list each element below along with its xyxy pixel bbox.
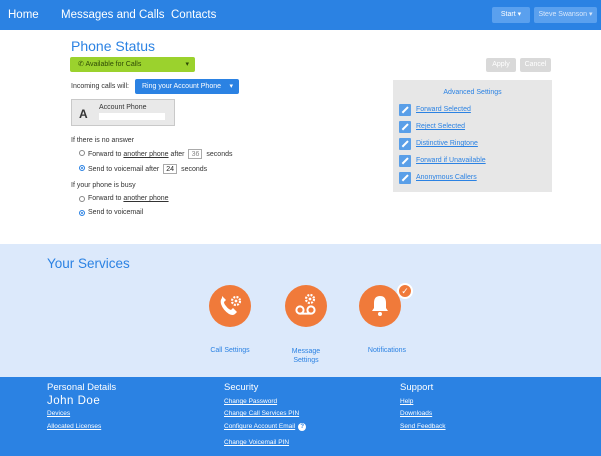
your-services-section: Your Services Call Settings Message Sett…: [0, 244, 601, 377]
edit-icon: [399, 155, 411, 167]
edit-icon: [399, 121, 411, 133]
notifications-label[interactable]: Notifications: [362, 347, 412, 354]
chevron-down-icon: ▾: [229, 83, 233, 90]
incoming-calls-value: Ring your Account Phone: [142, 83, 221, 90]
footer: Personal Details John Doe Devices Alloca…: [0, 377, 601, 456]
configure-account-email-label[interactable]: Configure Account Email: [224, 423, 295, 430]
phone-status-title: Phone Status: [71, 38, 156, 54]
change-call-services-pin-link[interactable]: Change Call Services PIN: [224, 410, 299, 417]
your-services-title: Your Services: [47, 256, 130, 271]
no-answer-forward-label: Forward to another phone after 36 second…: [88, 149, 233, 159]
edit-icon: [399, 138, 411, 150]
advanced-settings-panel: Advanced Settings Forward Selected Rejec…: [393, 80, 552, 192]
apply-button[interactable]: Apply: [486, 58, 516, 72]
account-phone-number-field: [99, 113, 165, 120]
change-voicemail-pin-link[interactable]: Change Voicemail PIN: [224, 439, 289, 446]
cancel-button[interactable]: Cancel: [520, 58, 551, 72]
security-heading: Security: [224, 382, 259, 393]
availability-value: Available for Calls: [85, 61, 142, 68]
check-icon: ✓: [397, 283, 413, 299]
user-full-name: John Doe: [47, 395, 101, 407]
help-icon[interactable]: ?: [298, 423, 307, 431]
busy-forward-label: Forward to another phone: [88, 195, 169, 202]
devices-link[interactable]: Devices: [47, 410, 70, 417]
busy-another-phone-link[interactable]: another phone: [123, 195, 168, 202]
advanced-item-label[interactable]: Distinctive Ringtone: [416, 140, 478, 147]
busy-voicemail-label: Send to voicemail: [88, 209, 144, 216]
user-menu-button[interactable]: Steve Swanson ▾: [534, 7, 597, 23]
forward-after-text: after: [168, 151, 187, 158]
voicemail-seconds-input[interactable]: 24: [163, 164, 178, 174]
no-answer-voicemail-radio[interactable]: [79, 165, 85, 171]
vm-prefix-text: Send to voicemail after: [88, 166, 162, 173]
start-button[interactable]: Start ▾: [492, 7, 530, 23]
notifications-button[interactable]: [359, 285, 401, 327]
edit-icon: [399, 172, 411, 184]
availability-dropdown[interactable]: ✆ Available for Calls ▾: [70, 57, 195, 72]
voicemail-gear-icon: [295, 293, 316, 315]
chevron-down-icon: ▾: [185, 61, 189, 68]
personal-details-heading: Personal Details: [47, 382, 117, 393]
help-link[interactable]: Help: [400, 398, 413, 405]
account-phone-name: Account Phone: [99, 104, 147, 111]
downloads-link[interactable]: Downloads: [400, 410, 432, 417]
no-answer-heading: If there is no answer: [71, 137, 135, 144]
message-settings-button[interactable]: [285, 285, 327, 327]
configure-account-email-link[interactable]: Configure Account Email?: [224, 423, 307, 431]
busy-forward-radio[interactable]: [79, 196, 85, 202]
busy-forward-prefix-text: Forward to: [88, 195, 124, 202]
forward-prefix-text: Forward to: [88, 151, 124, 158]
account-phone-card[interactable]: A Account Phone: [71, 99, 175, 126]
message-settings-label[interactable]: Message Settings: [286, 347, 326, 365]
busy-voicemail-radio[interactable]: [79, 210, 85, 216]
vm-suffix-text: seconds: [179, 166, 208, 173]
top-nav-bar: Home Messages and Calls Contacts Start ▾…: [0, 0, 601, 30]
edit-icon: [399, 104, 411, 116]
allocated-licenses-link[interactable]: Allocated Licenses: [47, 423, 101, 430]
nav-home[interactable]: Home: [8, 9, 39, 21]
incoming-calls-dropdown[interactable]: Ring your Account Phone ▾: [135, 79, 239, 94]
call-settings-button[interactable]: [209, 285, 251, 327]
advanced-item-label[interactable]: Reject Selected: [416, 123, 465, 130]
account-avatar-letter: A: [79, 107, 88, 121]
forward-suffix-text: seconds: [204, 151, 233, 158]
send-feedback-link[interactable]: Send Feedback: [400, 423, 446, 430]
phone-gear-icon: [220, 295, 242, 315]
forward-seconds-input[interactable]: 36: [188, 149, 203, 159]
no-answer-forward-radio[interactable]: [79, 150, 85, 156]
advanced-item-label[interactable]: Forward if Unavailable: [416, 157, 486, 164]
nav-contacts[interactable]: Contacts: [171, 9, 216, 21]
nav-messages-and-calls[interactable]: Messages and Calls: [61, 9, 165, 21]
incoming-calls-label: Incoming calls will:: [71, 83, 129, 90]
support-heading: Support: [400, 382, 434, 393]
call-settings-label[interactable]: Call Settings: [205, 347, 255, 354]
busy-heading: If your phone is busy: [71, 182, 136, 189]
another-phone-link[interactable]: another phone: [123, 151, 168, 158]
advanced-item-label[interactable]: Forward Selected: [416, 106, 471, 113]
no-answer-voicemail-label: Send to voicemail after 24 seconds: [88, 164, 207, 174]
advanced-settings-title: Advanced Settings: [443, 89, 502, 96]
change-password-link[interactable]: Change Password: [224, 398, 277, 405]
advanced-item-label[interactable]: Anonymous Callers: [416, 174, 477, 181]
bell-icon: [372, 296, 388, 316]
